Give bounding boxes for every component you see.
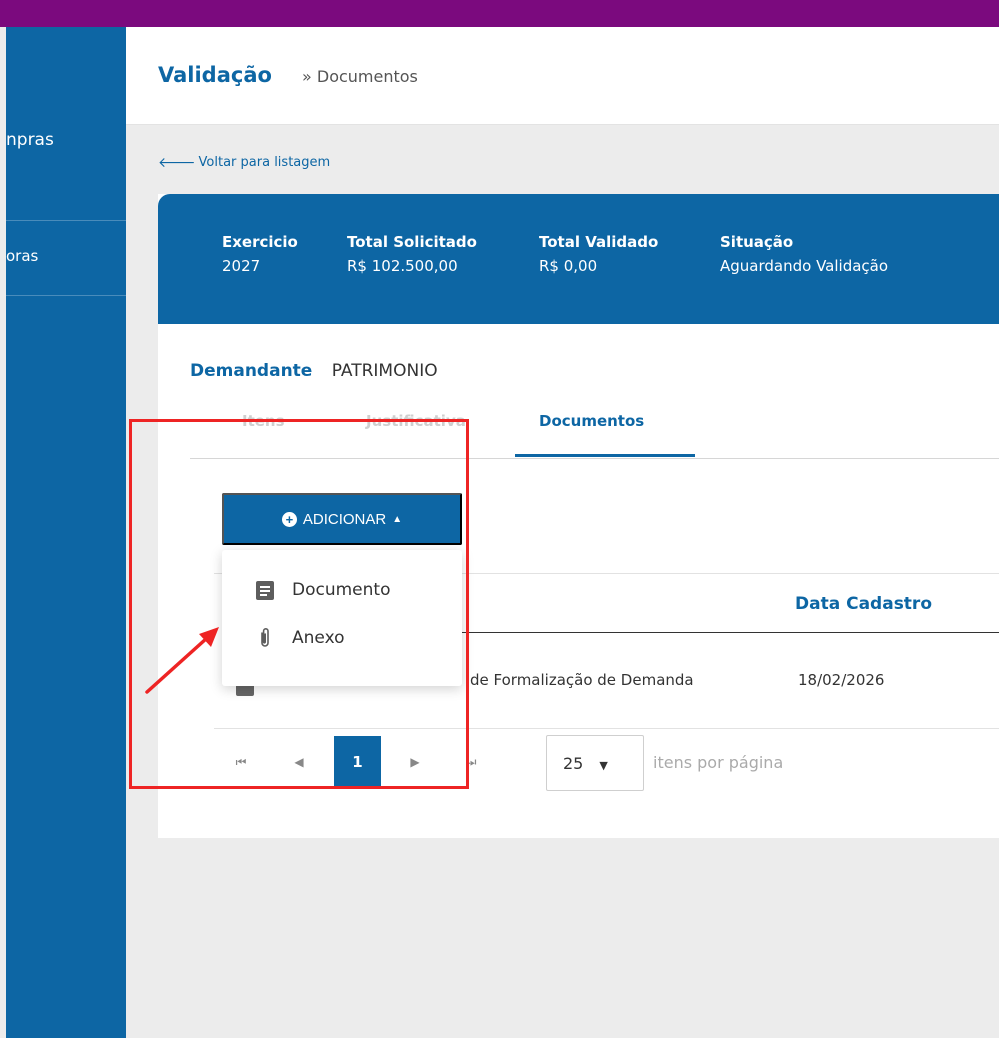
back-link-label: Voltar para listagem: [198, 155, 331, 170]
active-tab-indicator: [515, 454, 695, 457]
breadcrumb: » Documentos: [302, 67, 418, 86]
summary-value: 2027: [222, 257, 261, 275]
arrow-left-icon: 🡐: [158, 155, 196, 171]
chevron-down-icon: ▼: [599, 758, 608, 772]
summary-total-validado: Total Validado R$ 0,00: [539, 233, 658, 276]
sidebar-item-obras[interactable]: oras: [6, 247, 126, 265]
top-bar: [0, 0, 999, 27]
annotation-highlight-box: [129, 419, 469, 789]
demandante-label: Demandante: [190, 361, 313, 381]
column-header-data-cadastro[interactable]: Data Cadastro: [795, 594, 932, 614]
table-cell-name: de Formalização de Demanda: [470, 671, 694, 689]
back-to-list-link[interactable]: 🡐 Voltar para listagem: [158, 154, 330, 171]
demandante-value: PATRIMONIO: [331, 361, 438, 381]
tab-documentos[interactable]: Documentos: [539, 412, 644, 430]
summary-label: Exercicio: [222, 233, 298, 251]
sidebar-divider: [6, 220, 126, 221]
summary-value: R$ 102.500,00: [347, 257, 458, 275]
page-size-value: 25: [563, 753, 584, 773]
page-title: Validação: [158, 63, 272, 87]
summary-panel: Exercicio 2027 Total Solicitado R$ 102.5…: [158, 194, 999, 324]
sidebar-divider: [6, 295, 126, 296]
table-cell-date: 18/02/2026: [798, 671, 885, 689]
header-divider: [462, 632, 999, 633]
summary-label: Situação: [720, 233, 794, 251]
page-size-select[interactable]: 25 ▼: [546, 735, 644, 791]
summary-exercicio: Exercicio 2027: [222, 233, 298, 276]
page-header: Validação » Documentos: [126, 27, 999, 125]
summary-total-solicitado: Total Solicitado R$ 102.500,00: [347, 233, 477, 276]
summary-situacao: Situação Aguardando Validação: [720, 233, 888, 276]
summary-label: Total Solicitado: [347, 233, 477, 251]
demandante-row: Demandante PATRIMONIO: [190, 361, 438, 381]
summary-value: R$ 0,00: [539, 257, 598, 275]
sidebar: npras oras: [6, 27, 126, 1038]
summary-label: Total Validado: [539, 233, 659, 251]
sidebar-item-compras[interactable]: npras: [6, 130, 126, 150]
per-page-label: itens por página: [653, 753, 784, 772]
summary-value: Aguardando Validação: [720, 257, 889, 275]
